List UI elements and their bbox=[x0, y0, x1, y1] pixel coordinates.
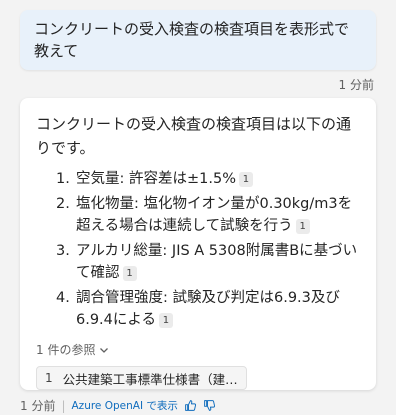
thumbs-down-icon[interactable] bbox=[203, 399, 216, 412]
references-toggle[interactable]: 1 件の参照 bbox=[36, 341, 362, 358]
citation-badge[interactable]: 1 bbox=[238, 172, 253, 187]
item-text: アルカリ総量: JIS A 5308附属書Bに基づいて確認 bbox=[76, 243, 358, 281]
reference-title: 公共建築工事標準仕様書（建… bbox=[62, 371, 238, 387]
azure-openai-link[interactable]: Azure OpenAI で表示 bbox=[72, 398, 178, 413]
message-footer: 1 分前 | Azure OpenAI で表示 bbox=[20, 397, 216, 414]
user-message-text: コンクリートの受入検査の検査項目を表形式で教えて bbox=[34, 20, 350, 60]
thumbs-up-icon[interactable] bbox=[184, 399, 197, 412]
inspection-items-list: 1. 空気量: 許容差は±1.5% 1 2. 塩化物量: 塩化物イオン量が0.30… bbox=[36, 168, 362, 331]
citation-badge[interactable]: 1 bbox=[295, 219, 310, 234]
bot-intro-text: コンクリートの受入検査の検査項目は以下の通りです。 bbox=[36, 115, 352, 157]
list-item: 2. 塩化物量: 塩化物イオン量が0.30kg/m3を超える場合は連続して試験を… bbox=[56, 193, 362, 237]
reference-chip[interactable]: 1 公共建築工事標準仕様書（建… bbox=[36, 366, 247, 390]
item-text: 空気量: 許容差は±1.5% bbox=[76, 171, 236, 187]
item-number: 4. bbox=[56, 290, 70, 306]
footer-separator: | bbox=[61, 398, 66, 413]
item-number: 3. bbox=[56, 243, 70, 259]
item-text: 調合管理強度: 試験及び判定は6.9.3及び6.9.4による bbox=[76, 290, 340, 328]
list-item: 1. 空気量: 許容差は±1.5% 1 bbox=[56, 168, 362, 190]
list-item: 3. アルカリ総量: JIS A 5308附属書Bに基づいて確認 1 bbox=[56, 240, 362, 284]
footer-time: 1 分前 bbox=[20, 399, 56, 413]
chevron-down-icon bbox=[100, 347, 109, 353]
user-message-time: 1 分前 bbox=[338, 78, 374, 92]
item-text: 塩化物量: 塩化物イオン量が0.30kg/m3を超える場合は連続して試験を行う bbox=[76, 196, 353, 234]
citation-badge[interactable]: 1 bbox=[158, 313, 173, 328]
list-item: 4. 調合管理強度: 試験及び判定は6.9.3及び6.9.4による 1 bbox=[56, 287, 362, 331]
references-count-label: 1 件の参照 bbox=[36, 343, 96, 357]
item-number: 2. bbox=[56, 196, 70, 212]
bot-message-card: コンクリートの受入検査の検査項目は以下の通りです。 1. 空気量: 許容差は±1… bbox=[20, 98, 376, 390]
item-number: 1. bbox=[56, 171, 70, 187]
user-message-bubble: コンクリートの受入検査の検査項目を表形式で教えて bbox=[20, 10, 376, 70]
reference-number: 1 bbox=[45, 371, 53, 385]
citation-badge[interactable]: 1 bbox=[122, 266, 137, 281]
